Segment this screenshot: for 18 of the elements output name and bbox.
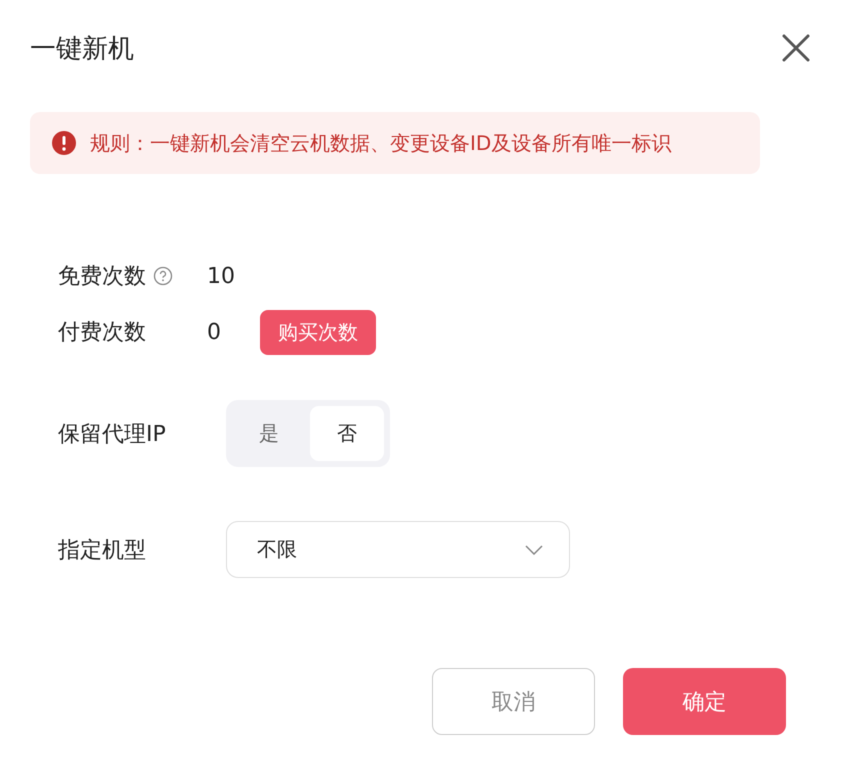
- warning-icon: [52, 131, 76, 155]
- count-value: 0: [207, 320, 222, 344]
- help-icon[interactable]: [153, 266, 173, 286]
- alert-text: 规则：一键新机会清空云机数据、变更设备ID及设备所有唯一标识: [90, 130, 672, 156]
- field-label: 免费次数: [58, 263, 146, 291]
- field-label: 付费次数: [58, 319, 146, 347]
- toggle-option[interactable]: 是: [232, 406, 306, 461]
- cancel-button[interactable]: 取消: [432, 668, 595, 735]
- field-label: 保留代理IP: [58, 420, 166, 448]
- dialog-title: 一键新机: [30, 32, 134, 66]
- toggle-option[interactable]: 否: [310, 406, 384, 461]
- buy-button[interactable]: 购买次数: [260, 310, 376, 354]
- close-icon[interactable]: [782, 34, 810, 62]
- chevron-down-icon: [525, 544, 543, 554]
- model-select[interactable]: 不限: [226, 521, 570, 578]
- field-label: 指定机型: [58, 536, 146, 564]
- confirm-button[interactable]: 确定: [623, 668, 786, 735]
- count-value: 10: [207, 264, 236, 288]
